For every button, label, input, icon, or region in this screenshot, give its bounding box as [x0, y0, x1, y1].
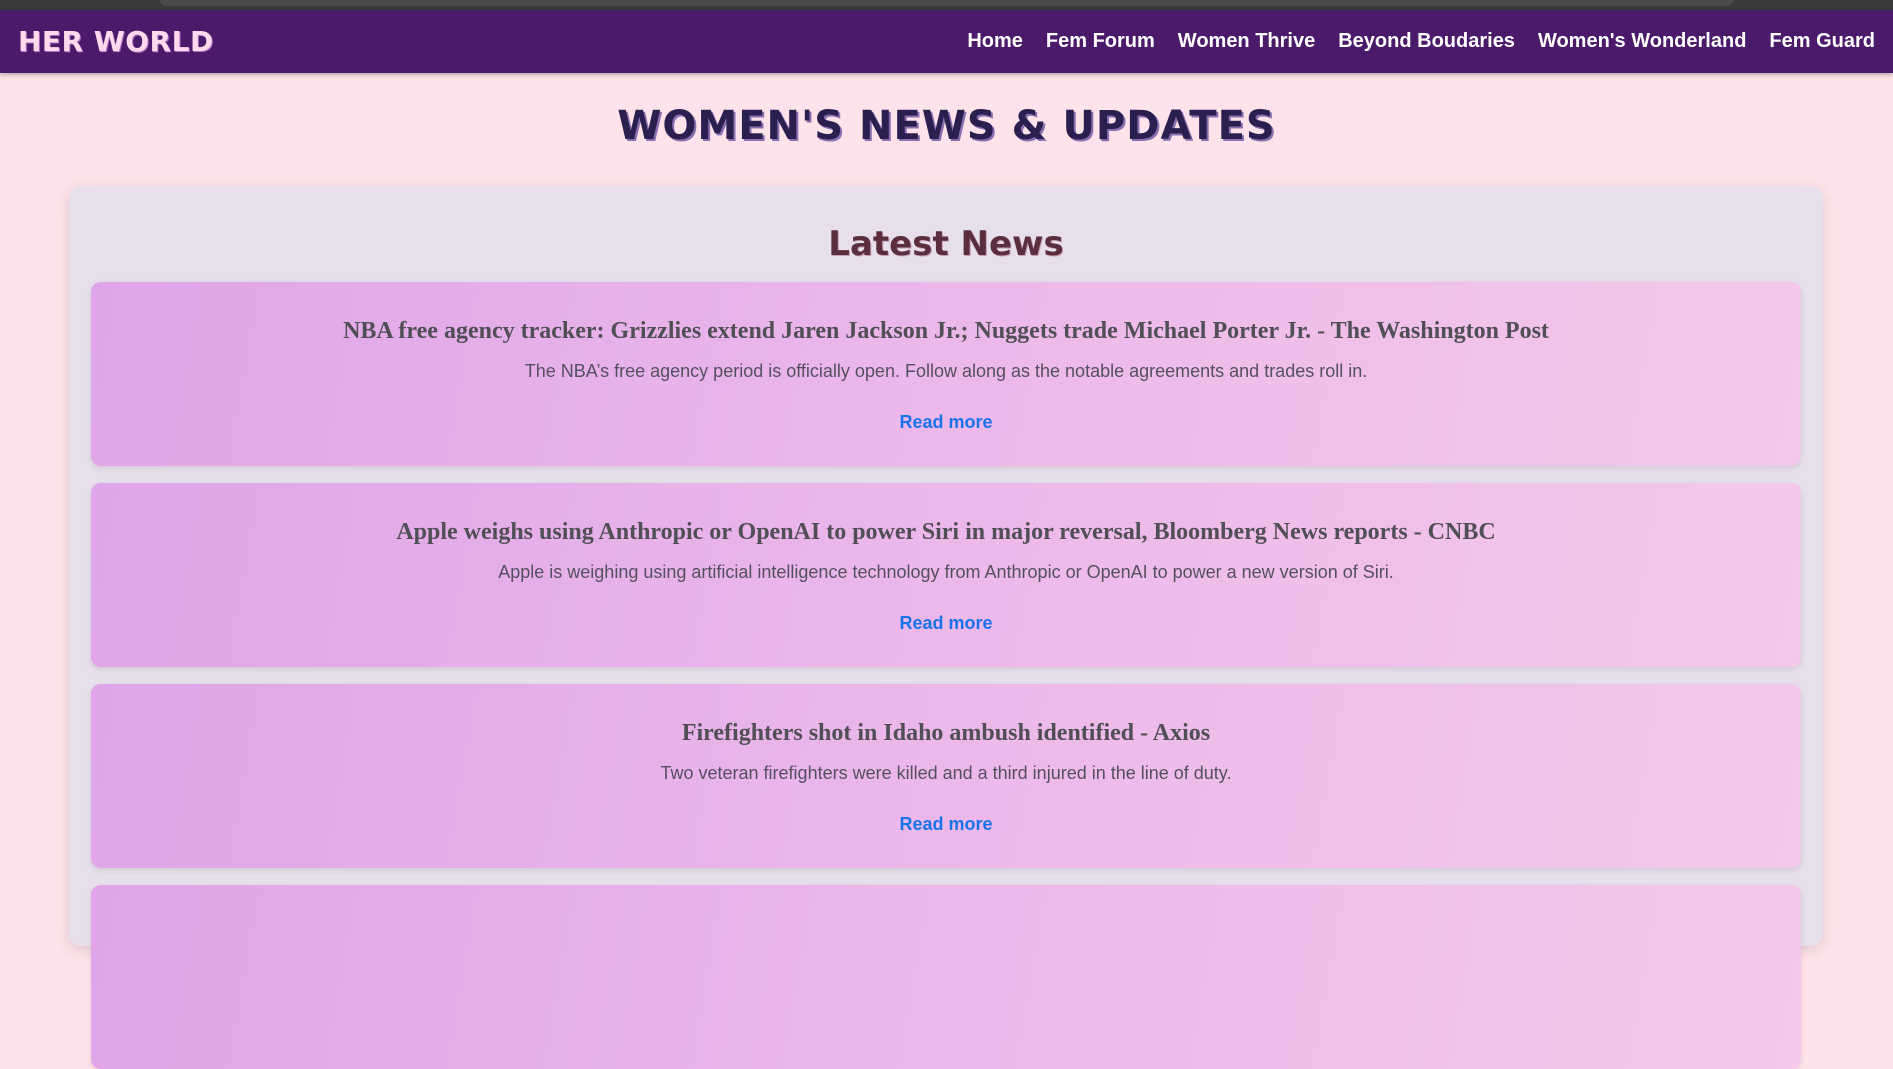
read-more-link[interactable]: Read more [899, 814, 992, 835]
read-more-link[interactable]: Read more [899, 613, 992, 634]
nav-item-home: Home [967, 30, 1023, 53]
news-card-title: Firefighters shot in Idaho ambush identi… [681, 720, 1211, 746]
navbar: HER WORLD Home Fem Forum Women Thrive Be… [0, 10, 1893, 73]
nav-link-beyond-boundaries[interactable]: Beyond Boudaries [1338, 30, 1515, 52]
page-title: WOMEN'S NEWS & UPDATES [617, 103, 1276, 149]
news-card-description: The NBA’s free agency period is official… [524, 361, 1368, 381]
nav-item-beyond-boundaries: Beyond Boudaries [1338, 30, 1515, 53]
nav-item-fem-guard: Fem Guard [1769, 30, 1875, 53]
site-logo[interactable]: HER WORLD [18, 25, 214, 58]
browser-chrome-strip [0, 0, 1893, 10]
nav-item-fem-forum: Fem Forum [1046, 30, 1155, 53]
news-panel: Latest News NBA free agency tracker: Gri… [69, 186, 1823, 1069]
news-card-description: Two veteran firefighters were killed and… [660, 763, 1232, 783]
browser-tab-bar [160, 0, 1733, 6]
news-card-description: Apple is weighing using artificial intel… [498, 562, 1394, 582]
nav-item-womens-wonderland: Women's Wonderland [1538, 30, 1746, 53]
nav-item-women-thrive: Women Thrive [1178, 30, 1315, 53]
news-card-title: Apple weighs using Anthropic or OpenAI t… [396, 519, 1496, 545]
nav-links: Home Fem Forum Women Thrive Beyond Bouda… [967, 30, 1875, 53]
news-card: Apple weighs using Anthropic or OpenAI t… [91, 483, 1801, 667]
nav-link-womens-wonderland[interactable]: Women's Wonderland [1538, 30, 1746, 52]
news-card-partial [91, 885, 1801, 1069]
nav-link-home[interactable]: Home [967, 30, 1023, 52]
news-card-title: NBA free agency tracker: Grizzlies exten… [343, 318, 1549, 344]
nav-link-fem-forum[interactable]: Fem Forum [1046, 30, 1155, 52]
news-card: NBA free agency tracker: Grizzlies exten… [91, 282, 1801, 466]
nav-link-fem-guard[interactable]: Fem Guard [1769, 30, 1875, 52]
read-more-link[interactable]: Read more [899, 412, 992, 433]
news-card: Firefighters shot in Idaho ambush identi… [91, 684, 1801, 868]
section-title: Latest News [828, 224, 1064, 264]
nav-link-women-thrive[interactable]: Women Thrive [1178, 30, 1315, 52]
